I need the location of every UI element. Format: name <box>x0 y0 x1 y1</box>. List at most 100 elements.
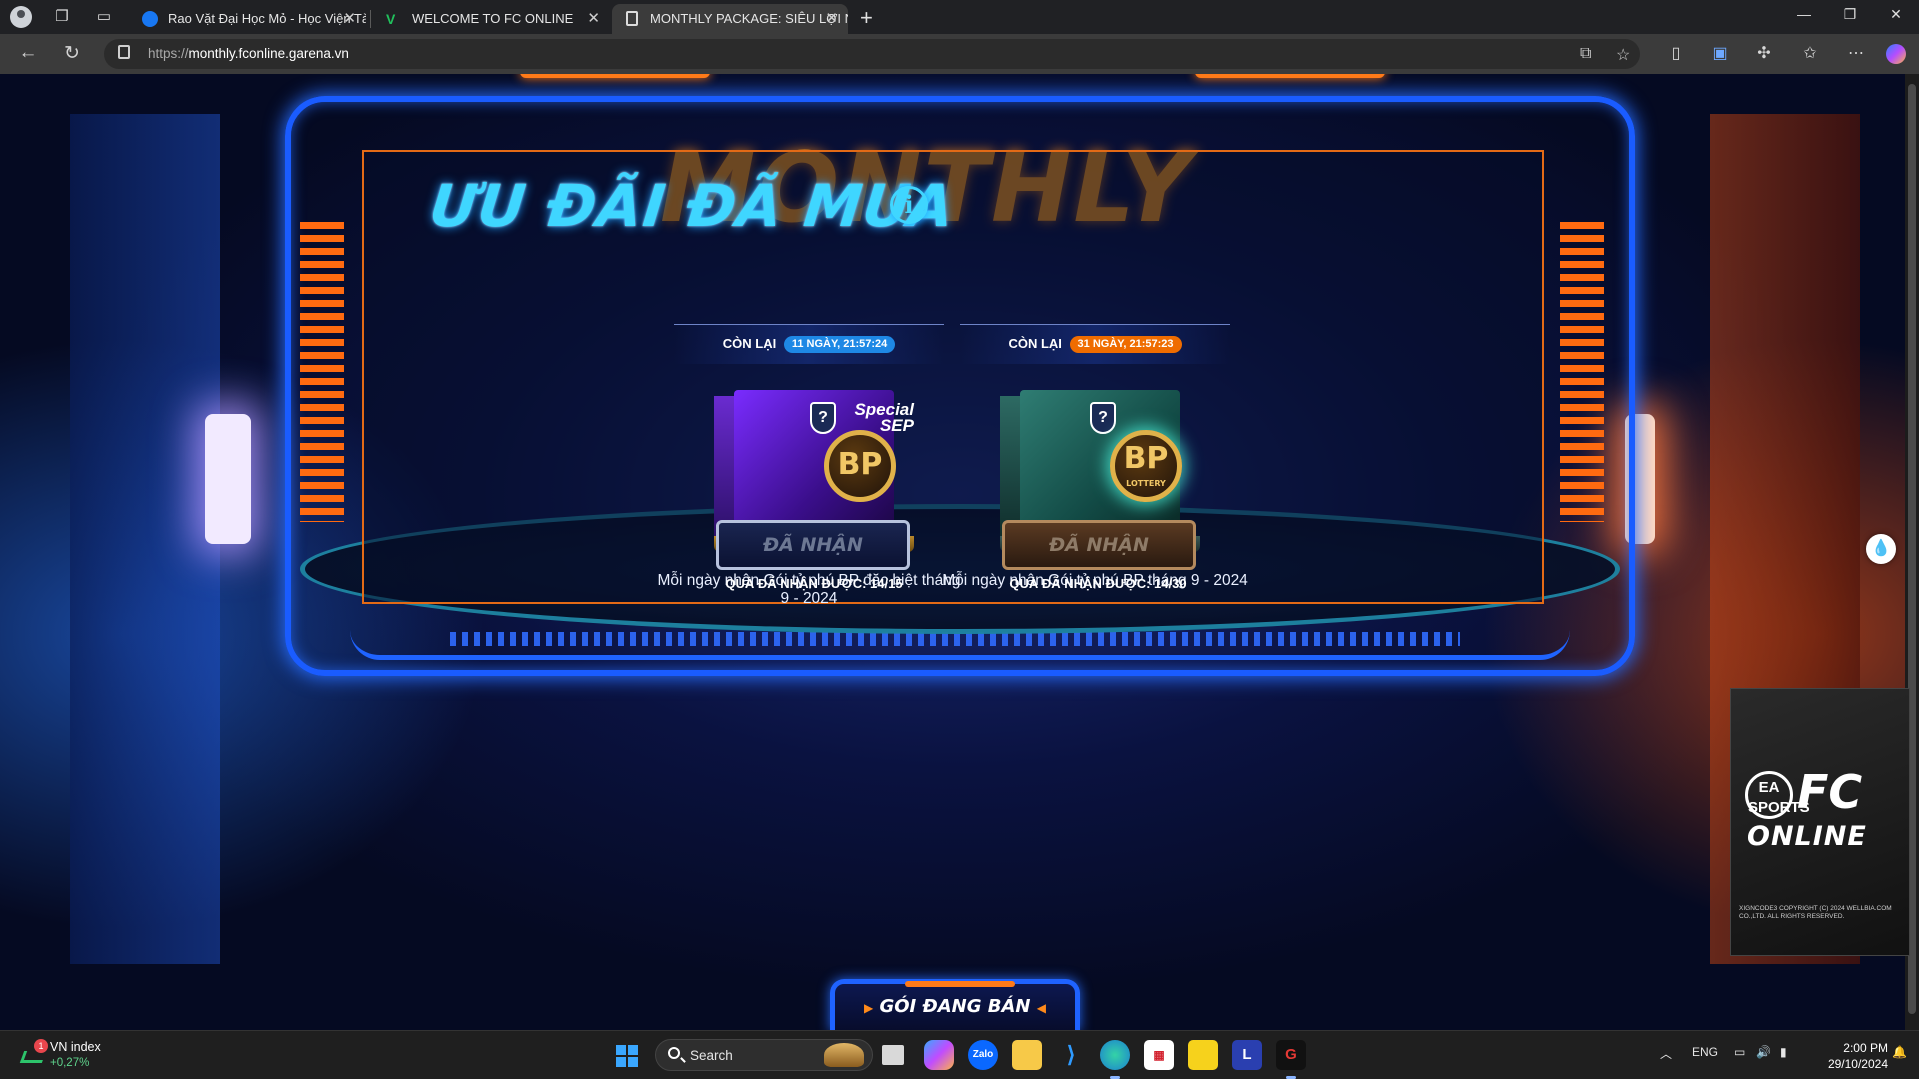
stock-widget-icon[interactable]: 1 <box>19 1039 48 1067</box>
packages-on-sale-tab[interactable]: ▶ GÓI ĐANG BÁN ◀ <box>830 979 1080 1030</box>
facebook-icon <box>142 11 158 27</box>
tab-title: WELCOME TO FC ONLINE <box>412 11 574 26</box>
close-window-icon[interactable]: ✕ <box>1876 6 1916 23</box>
new-tab-button[interactable]: + <box>860 5 873 31</box>
remaining-time: CÒN LẠI 31 NGÀY, 21:57:23 <box>960 324 1230 364</box>
orange-stripes-left <box>300 222 344 522</box>
launcher-l-icon[interactable]: L <box>1232 1040 1262 1070</box>
task-view-icon[interactable] <box>882 1045 904 1065</box>
remaining-time-badge: 11 NGÀY, 21:57:24 <box>783 336 896 354</box>
tab-monthly-package[interactable]: MONTHLY PACKAGE: SIÊU LỢI NH ✕ <box>612 4 848 34</box>
lock-icon[interactable] <box>118 45 130 59</box>
extensions-icon[interactable]: ✣ <box>1754 44 1774 64</box>
address-toolbar: ← ↻ https://monthly.fconline.garena.vn ⧉… <box>0 34 1919 74</box>
search-placeholder: Search <box>690 1048 733 1063</box>
info-icon[interactable]: i <box>890 186 928 224</box>
fc-logo-text: FC <box>1797 765 1863 819</box>
file-explorer-icon[interactable] <box>1012 1040 1042 1070</box>
back-icon[interactable]: ← <box>16 42 40 64</box>
browser-tab-bar: ❐ ▭ Rao Vặt Đại Học Mỏ - Học Viện Tà ✕ V… <box>0 0 1919 34</box>
workspaces-icon[interactable]: ❐ <box>52 7 72 27</box>
copilot-app-icon[interactable] <box>924 1040 954 1070</box>
fc-online-overlay: EA SPORTS FC ONLINE XIGNCODE3 COPYRIGHT … <box>1730 688 1910 956</box>
volume-icon[interactable]: 🔊 <box>1756 1045 1771 1059</box>
notification-badge: 1 <box>34 1039 48 1053</box>
claimed-count-lottery: QUÀ ĐÃ NHẬN ĐƯỢC: 14/30 <box>1009 576 1187 591</box>
more-menu-icon[interactable]: ⋯ <box>1846 44 1866 64</box>
tab-title: MONTHLY PACKAGE: SIÊU LỢI NH <box>650 11 848 26</box>
input-language[interactable]: ENG <box>1692 1045 1718 1059</box>
remaining-label: CÒN LẠI <box>722 336 777 351</box>
profile-avatar-icon[interactable] <box>10 6 32 28</box>
address-bar[interactable]: https://monthly.fconline.garena.vn ⧉ ☆ <box>104 39 1640 69</box>
ea-sports-logo: EA SPORTS <box>1745 771 1810 819</box>
refresh-icon[interactable]: ↻ <box>60 42 84 65</box>
page-title: ƯU ĐÃI ĐÃ MUA <box>426 172 958 240</box>
hud-tick-strip <box>450 632 1460 646</box>
tab-title: Rao Vặt Đại Học Mỏ - Học Viện Tà <box>168 11 366 26</box>
taskbar-search[interactable]: Search <box>655 1039 873 1071</box>
minimize-icon[interactable]: — <box>1784 6 1824 22</box>
tab-actions-icon[interactable]: ▭ <box>94 7 114 27</box>
garena-app-icon[interactable]: G <box>1276 1040 1306 1079</box>
close-tab-icon[interactable]: ✕ <box>587 4 600 34</box>
orange-accent-right <box>1195 74 1385 78</box>
app-available-icon[interactable]: ⧉ <box>1580 45 1591 63</box>
bp-lottery-coin-icon: BP LOTTERY <box>1110 430 1182 502</box>
windows-taskbar: 1 VN index +0,27% Search Zalo ⟩ ▦ L G ︿ … <box>0 1030 1919 1079</box>
sticky-notes-icon[interactable] <box>1188 1040 1218 1070</box>
background-light-left <box>205 414 251 544</box>
tab-label-text: GÓI ĐANG BÁN <box>879 996 1031 1017</box>
edge-icon[interactable] <box>1100 1040 1130 1079</box>
widget-change[interactable]: +0,27% <box>50 1057 89 1069</box>
clock-time: 2:00 PM <box>1843 1041 1888 1055</box>
remaining-label: CÒN LẠI <box>1008 336 1062 351</box>
copyright-text: XIGNCODE3 COPYRIGHT (C) 2024 WELLBIA.COM… <box>1739 905 1892 920</box>
search-icon <box>668 1047 680 1059</box>
network-icon[interactable]: ▭ <box>1734 1045 1745 1059</box>
background-pillar-left <box>70 114 220 964</box>
purchased-offers-panel: ƯU ĐÃI ĐÃ MUA i CÒN LẠI 11 NGÀY, 21:57:2… <box>362 150 1544 607</box>
close-tab-icon[interactable]: ✕ <box>343 4 356 34</box>
orange-accent-left <box>520 74 710 78</box>
url-text[interactable]: https://monthly.fconline.garena.vn <box>148 46 349 61</box>
claimed-button-lottery[interactable]: ĐÃ NHẬN <box>1002 520 1196 570</box>
claimed-count-special: QUÀ ĐÃ NHẬN ĐƯỢC: 14/15 <box>725 576 903 591</box>
battery-icon[interactable]: ▮ <box>1780 1045 1787 1059</box>
clock-date: 29/10/2024 <box>1827 1057 1888 1071</box>
page-viewport: MONTHLY ƯU ĐÃI ĐÃ MUA i CÒN LẠI 11 NGÀY,… <box>0 74 1919 1030</box>
tab-accent-bar <box>905 981 1015 987</box>
app-grid-icon[interactable]: ▦ <box>1144 1040 1174 1070</box>
close-tab-icon[interactable]: ✕ <box>825 4 838 34</box>
system-clock[interactable]: 2:00 PM 29/10/2024 <box>1808 1040 1888 1072</box>
zalo-icon[interactable]: Zalo <box>968 1040 998 1070</box>
arrow-left-icon: ◀ <box>1036 1001 1047 1015</box>
mystery-shield-icon: ? <box>810 402 836 434</box>
bp-coin-icon: BP <box>824 430 896 502</box>
remaining-time-badge: 31 NGÀY, 21:57:23 <box>1069 336 1182 354</box>
extension-blue-icon[interactable]: ▣ <box>1710 44 1730 64</box>
vscode-icon[interactable]: ⟩ <box>1056 1040 1086 1070</box>
garena-v-icon: V <box>386 11 396 27</box>
tab-label: ▶ GÓI ĐANG BÁN ◀ <box>835 996 1075 1017</box>
page-icon <box>626 11 638 26</box>
copilot-icon[interactable] <box>1886 44 1906 64</box>
search-highlight-icon <box>824 1043 864 1067</box>
coin-subtext: LOTTERY <box>1126 479 1166 488</box>
windows-start-icon[interactable] <box>616 1045 638 1067</box>
tab-rao-vat[interactable]: Rao Vặt Đại Học Mỏ - Học Viện Tà ✕ <box>130 4 366 34</box>
floating-droplet-icon[interactable]: 💧 <box>1866 534 1896 564</box>
tab-separator <box>370 10 371 28</box>
coin-text: BP <box>1123 441 1169 476</box>
split-screen-icon[interactable]: ▯ <box>1666 44 1686 64</box>
widget-title[interactable]: VN index <box>50 1040 101 1054</box>
show-hidden-icons[interactable]: ︿ <box>1660 1045 1672 1062</box>
orange-stripes-right <box>1560 222 1604 522</box>
mystery-shield-icon: ? <box>1090 402 1116 434</box>
claimed-button-special[interactable]: ĐÃ NHẬN <box>716 520 910 570</box>
restore-icon[interactable]: ❐ <box>1830 6 1870 23</box>
tab-welcome-fc-online[interactable]: V WELCOME TO FC ONLINE ✕ <box>374 4 610 34</box>
favorites-icon[interactable]: ✩ <box>1800 44 1820 64</box>
notification-bell-icon[interactable]: 🔔 <box>1892 1045 1907 1059</box>
favorite-star-icon[interactable]: ☆ <box>1616 45 1630 65</box>
